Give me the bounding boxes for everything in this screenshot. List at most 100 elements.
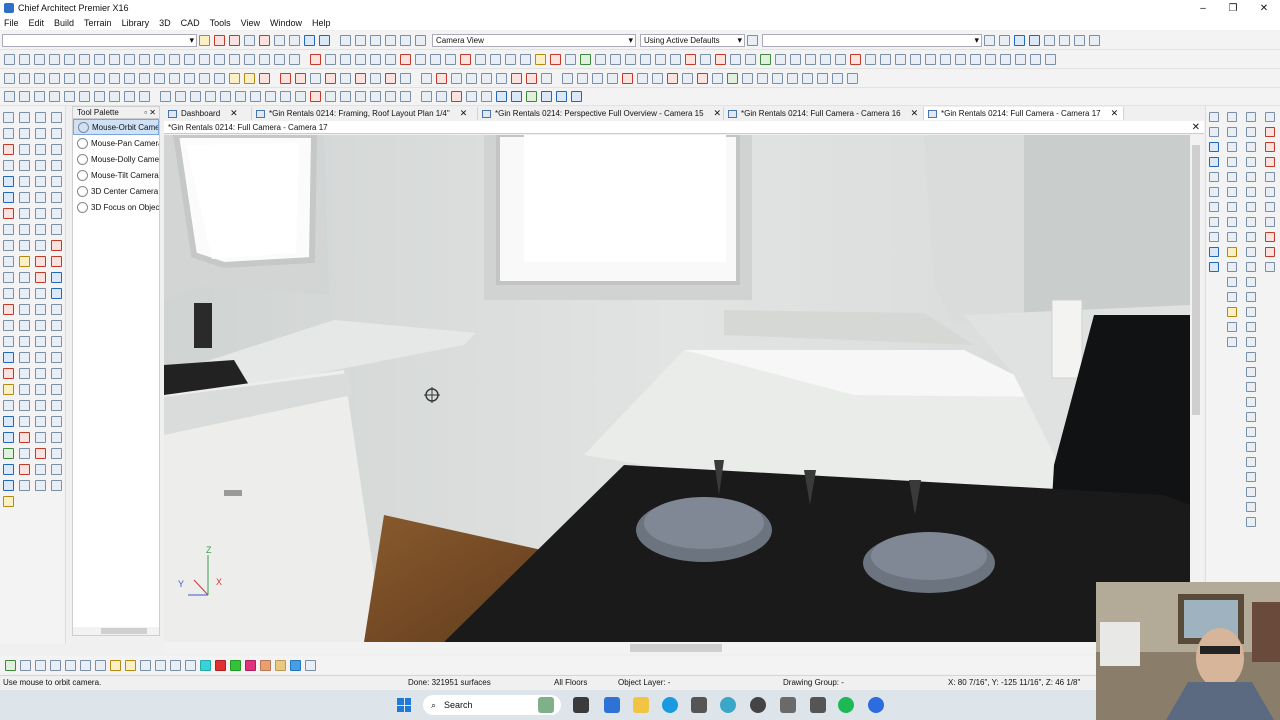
tool-icon[interactable] <box>169 72 180 84</box>
tool-icon[interactable] <box>265 91 276 102</box>
tool-icon[interactable] <box>607 72 618 84</box>
edge-icon[interactable] <box>662 697 678 713</box>
menu-file[interactable]: File <box>4 18 19 28</box>
tool-icon[interactable] <box>3 160 14 171</box>
tool-icon[interactable] <box>820 53 831 65</box>
tool-icon[interactable] <box>3 336 14 347</box>
tool-icon[interactable] <box>35 304 46 315</box>
tool-icon[interactable] <box>715 53 726 65</box>
menu-library[interactable]: Library <box>122 18 150 28</box>
tool-icon[interactable] <box>19 91 30 102</box>
tool-icon[interactable] <box>550 53 561 65</box>
tool-icon[interactable] <box>355 91 366 102</box>
tool-icon[interactable] <box>1265 217 1275 227</box>
tool-icon[interactable] <box>655 53 666 65</box>
tool-icon[interactable] <box>139 72 150 84</box>
tool-icon[interactable] <box>1246 247 1256 257</box>
tool-icon[interactable] <box>1246 487 1256 497</box>
tool-icon[interactable] <box>1209 232 1219 242</box>
close-icon[interactable]: ✕ <box>230 108 238 119</box>
tool-icon[interactable] <box>3 416 14 427</box>
tool-icon[interactable] <box>295 72 306 84</box>
angle-icon[interactable] <box>259 34 270 46</box>
tool-icon[interactable] <box>51 208 62 219</box>
tool-icon[interactable] <box>19 480 30 491</box>
tool-icon[interactable] <box>19 112 30 123</box>
pencil-icon[interactable] <box>199 34 210 46</box>
tool-icon[interactable] <box>289 53 300 65</box>
tool-icon[interactable] <box>1227 142 1237 152</box>
tool-icon[interactable] <box>19 176 30 187</box>
close-icon[interactable]: ✕ <box>1111 108 1119 119</box>
app-icon[interactable] <box>691 697 707 713</box>
tool-icon[interactable] <box>49 91 60 102</box>
tool-icon[interactable] <box>1209 127 1219 137</box>
tool-icon[interactable] <box>184 72 195 84</box>
tool-icon[interactable] <box>35 224 46 235</box>
tool-icon[interactable] <box>19 272 30 283</box>
tool-icon[interactable] <box>1246 292 1256 302</box>
tool-icon[interactable] <box>385 72 396 84</box>
tool-icon[interactable] <box>640 53 651 65</box>
tool-icon[interactable] <box>925 53 936 65</box>
tool-icon[interactable] <box>1246 142 1256 152</box>
tool-icon[interactable] <box>125 659 136 671</box>
tool-icon[interactable] <box>280 72 291 84</box>
scroll-thumb[interactable] <box>1192 145 1200 415</box>
tool-icon[interactable] <box>220 91 231 102</box>
tool-icon[interactable] <box>895 53 906 65</box>
tool-icon[interactable] <box>400 72 411 84</box>
tool-icon[interactable] <box>3 224 14 235</box>
tool-icon[interactable] <box>4 72 15 84</box>
task-view-icon[interactable] <box>573 697 589 713</box>
tool-icon[interactable] <box>3 304 14 315</box>
close-icon[interactable]: ✕ <box>460 108 468 119</box>
tool-icon[interactable] <box>466 72 477 84</box>
tool-icon[interactable] <box>19 144 30 155</box>
tool-icon[interactable] <box>1227 202 1237 212</box>
tool-icon[interactable] <box>1227 127 1237 137</box>
tool-icon[interactable] <box>19 352 30 363</box>
tool-icon[interactable] <box>556 91 567 102</box>
tool-icon[interactable] <box>1246 322 1256 332</box>
tool-icon[interactable] <box>1227 337 1237 347</box>
tool-icon[interactable] <box>541 72 552 84</box>
tool-icon[interactable] <box>64 53 75 65</box>
tool-icon[interactable] <box>51 384 62 395</box>
app-icon[interactable] <box>780 697 796 713</box>
tool-icon[interactable] <box>562 72 573 84</box>
tool-icon[interactable] <box>415 53 426 65</box>
tool-icon[interactable] <box>475 53 486 65</box>
tool-icon[interactable] <box>1209 172 1219 182</box>
tool-icon[interactable] <box>1209 217 1219 227</box>
tool-icon[interactable] <box>19 240 30 251</box>
close-icon[interactable]: ✕ <box>911 108 919 119</box>
tool-icon[interactable] <box>310 53 321 65</box>
tool-icon[interactable] <box>199 53 210 65</box>
tool-icon[interactable] <box>370 34 381 46</box>
tool-icon[interactable] <box>124 72 135 84</box>
dollar-icon[interactable] <box>580 53 591 65</box>
camera-view-combo[interactable]: Camera View <box>432 33 636 47</box>
tool-icon[interactable] <box>1209 112 1219 122</box>
tool-icon[interactable] <box>305 659 316 671</box>
tool-icon[interactable] <box>51 480 62 491</box>
tool-icon[interactable] <box>35 352 46 363</box>
tool-icon[interactable] <box>35 320 46 331</box>
tool-icon[interactable] <box>124 91 135 102</box>
tool-icon[interactable] <box>94 72 105 84</box>
tool-icon[interactable] <box>622 72 633 84</box>
tool-icon[interactable] <box>19 336 30 347</box>
tool-icon[interactable] <box>682 72 693 84</box>
tool-icon[interactable] <box>451 91 462 102</box>
tool-icon[interactable] <box>19 128 30 139</box>
tool-icon[interactable] <box>1246 112 1256 122</box>
tool-icon[interactable] <box>802 72 813 84</box>
tool-icon[interactable] <box>19 384 30 395</box>
tool-icon[interactable] <box>34 91 45 102</box>
tool-icon[interactable] <box>400 53 411 65</box>
menu-terrain[interactable]: Terrain <box>84 18 112 28</box>
zoom-icon[interactable] <box>868 697 884 713</box>
tool-icon[interactable] <box>1227 277 1237 287</box>
tool-icon[interactable] <box>865 53 876 65</box>
